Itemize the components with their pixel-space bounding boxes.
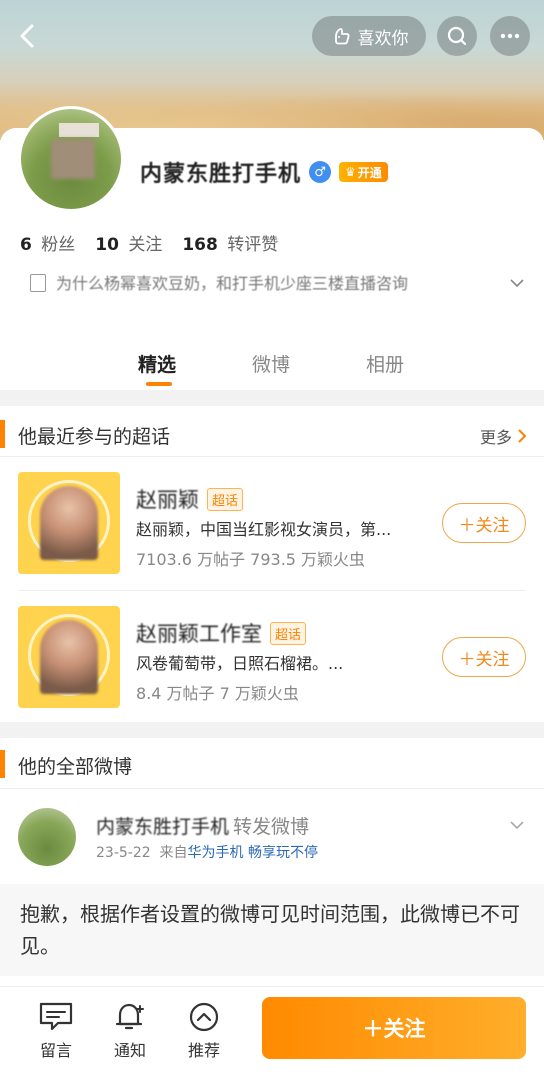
follow-label: 关注 (128, 235, 163, 255)
profile-name: 内蒙东胜打手机 (140, 162, 302, 187)
topic-meta: 8.4 万帖子 7 万颖火虫 (136, 684, 299, 703)
avatar-blurred-object (51, 139, 95, 179)
follow-topic-button[interactable]: ＋关注 (442, 637, 526, 677)
chevron-down-icon[interactable] (508, 816, 526, 834)
bio-text: 为什么杨幂喜欢豆奶，和打手机少座三楼直播咨询 (56, 274, 409, 293)
follow-stat[interactable]: 10 关注 (95, 230, 162, 255)
like-you-label: 喜欢你 (357, 28, 409, 49)
profile-bio[interactable]: 为什么杨幂喜欢豆奶，和打手机少座三楼直播咨询 (30, 270, 500, 298)
topic-title[interactable]: 赵丽颖 超话 (136, 484, 244, 514)
post-from: 来自 (159, 845, 188, 861)
chevron-down-icon[interactable] (508, 274, 526, 292)
avatar-sign (59, 123, 99, 137)
follow-topic-button[interactable]: ＋关注 (442, 503, 526, 543)
divider (0, 788, 544, 789)
plus-icon: ＋ (458, 649, 476, 670)
super-topics-title: 他最近参与的超话 (18, 426, 171, 448)
interactions-label: 转评赞 (227, 235, 279, 255)
chevron-up-circle-icon (189, 1002, 219, 1032)
follow-label: 关注 (475, 515, 510, 536)
fans-label: 粉丝 (41, 235, 76, 255)
search-icon (447, 26, 467, 46)
recommend-button[interactable]: 推荐 (176, 1001, 232, 1061)
fans-count: 6 (20, 235, 32, 255)
back-button[interactable] (10, 18, 46, 54)
back-arrow-icon (20, 24, 34, 48)
more-label: 更多 (479, 428, 512, 447)
interactions-count: 168 (182, 235, 218, 255)
tab-album[interactable]: 相册 (366, 350, 404, 377)
divider (18, 590, 526, 591)
tab-featured[interactable]: 精选 (138, 350, 176, 377)
follow-count: 10 (95, 235, 119, 255)
post-action: 转发微博 (233, 816, 310, 838)
like-you-button[interactable]: 喜欢你 (312, 16, 426, 56)
notify-button[interactable]: 通知 (102, 1001, 158, 1061)
profile-card: 内蒙东胜打手机 ♂ ♛ 开通 6 粉丝 10 关注 168 转评赞 为什么杨幂喜… (0, 106, 544, 390)
vip-label: 开通 (357, 165, 382, 180)
cover-portrait (40, 620, 98, 694)
recommend-label: 推荐 (187, 1041, 220, 1060)
bottom-action-bar: 留言 通知 推荐 ＋关注 (0, 986, 544, 1080)
vip-badge[interactable]: ♛ 开通 (339, 162, 388, 182)
post-hidden-notice: 抱歉，根据作者设置的微博可见时间范围，此微博已不可见。 (0, 884, 544, 976)
notify-label: 通知 (113, 1041, 146, 1060)
chevron-right-icon (518, 429, 527, 443)
topic-meta: 7103.6 万帖子 793.5 万颖火虫 (136, 550, 366, 569)
super-topic-tag: 超话 (207, 487, 244, 511)
all-posts-section: 他的全部微博 内蒙东胜打手机 转发微博 23-5-22 来自华为手机 畅享玩不停 … (0, 738, 544, 986)
search-button[interactable] (437, 16, 477, 56)
name-row: 内蒙东胜打手机 ♂ ♛ 开通 (140, 156, 388, 188)
message-button[interactable]: 留言 (28, 1001, 84, 1061)
avatar[interactable] (18, 106, 124, 212)
post-meta: 23-5-22 来自华为手机 畅享玩不停 (96, 842, 318, 862)
divider (0, 456, 544, 457)
post-author-line[interactable]: 内蒙东胜打手机 转发微博 (96, 812, 309, 839)
topic-name: 赵丽颖 (136, 488, 199, 512)
like-hand-icon (334, 28, 350, 45)
post-author-name: 内蒙东胜打手机 (96, 816, 230, 838)
section-accent-bar (0, 420, 5, 448)
cover-portrait (40, 486, 98, 560)
crown-icon: ♛ (345, 165, 356, 179)
message-label: 留言 (39, 1041, 72, 1060)
profile-stats: 6 粉丝 10 关注 168 转评赞 (20, 230, 278, 255)
super-topic-tag: 超话 (270, 621, 307, 645)
post-source[interactable]: 华为手机 畅享玩不停 (188, 845, 318, 861)
topic-cover[interactable] (18, 472, 120, 574)
post-date: 23-5-22 (96, 845, 151, 861)
topic-title[interactable]: 赵丽颖工作室 超话 (136, 618, 307, 648)
topic-cover[interactable] (18, 606, 120, 708)
active-tab-indicator (146, 382, 172, 386)
message-icon (39, 1002, 73, 1031)
topic-name: 赵丽颖工作室 (136, 622, 262, 646)
more-link[interactable]: 更多 (480, 424, 528, 448)
interactions-stat[interactable]: 168 转评赞 (182, 230, 278, 255)
all-posts-title: 他的全部微博 (18, 756, 133, 778)
document-icon (30, 274, 46, 292)
follow-button[interactable]: ＋关注 (262, 997, 526, 1059)
super-topics-section: 他最近参与的超话 更多 赵丽颖 超话 赵丽颖，中国当红影视女演员，第... 71… (0, 406, 544, 722)
section-accent-bar (0, 750, 5, 778)
tab-weibo[interactable]: 微博 (252, 350, 290, 377)
more-icon (500, 33, 520, 39)
bell-icon (115, 1003, 144, 1030)
topic-desc: 赵丽颖，中国当红影视女演员，第... (136, 520, 392, 539)
more-button[interactable] (490, 16, 530, 56)
topic-desc: 风卷葡萄带，日照石榴裙。... (136, 654, 344, 673)
male-gender-icon: ♂ (309, 161, 332, 183)
fans-stat[interactable]: 6 粉丝 (20, 230, 75, 255)
plus-icon: ＋ (458, 515, 476, 536)
follow-label: 关注 (475, 649, 510, 670)
post-author-avatar[interactable] (18, 808, 76, 866)
